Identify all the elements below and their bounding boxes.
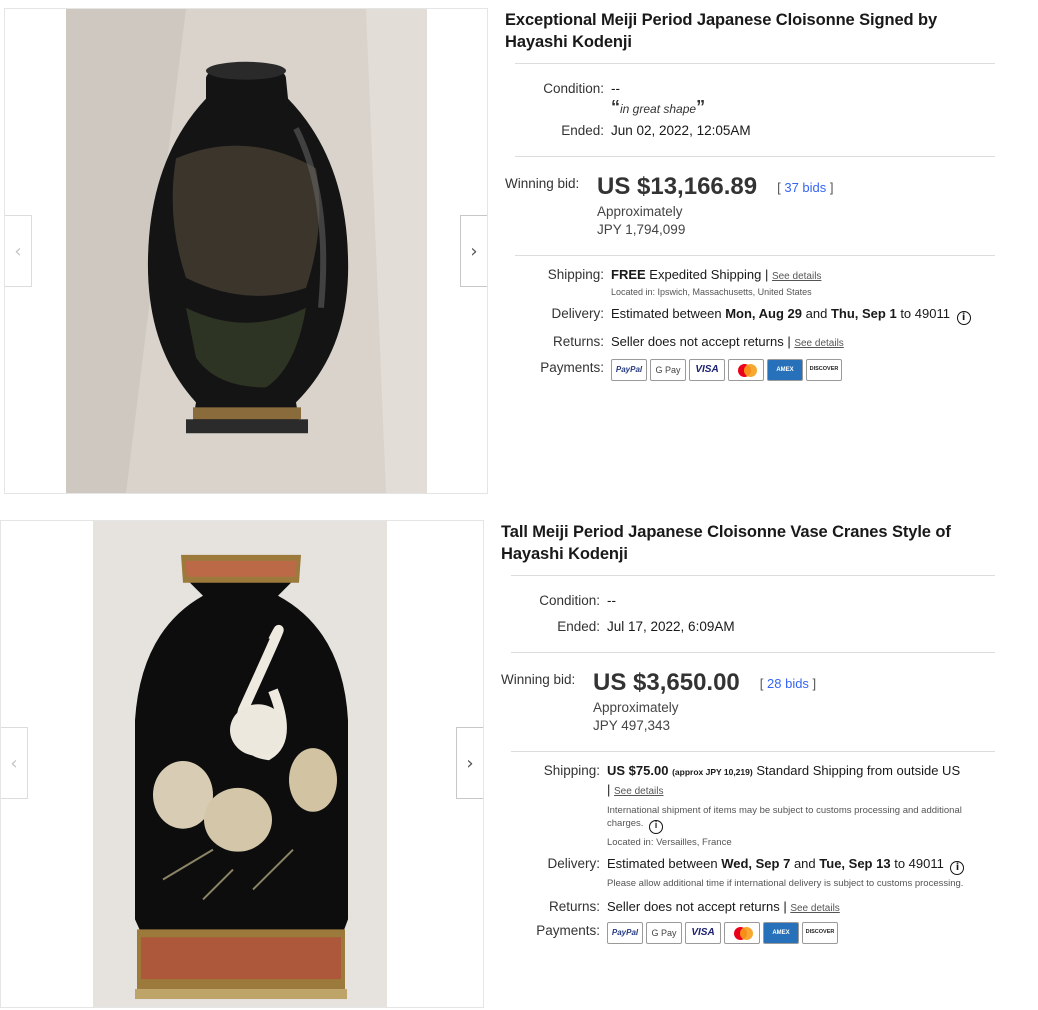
returns-value: Seller does not accept returns | See det…	[607, 899, 840, 914]
divider	[511, 751, 995, 752]
item-details: Exceptional Meiji Period Japanese Cloiso…	[505, 9, 995, 381]
paypal-icon: PayPal	[611, 359, 647, 381]
divider	[515, 156, 995, 157]
condition-value: --	[607, 593, 616, 608]
customs-note: International shipment of items may be s…	[607, 804, 967, 834]
shipping-label: Shipping:	[543, 763, 600, 778]
winning-bid-section: Winning bid: US $3,650.00 [ 28 bids ] Ap…	[501, 669, 995, 735]
ended-label: Ended:	[557, 619, 600, 634]
shipping-row: Shipping: FREE Expedited Shipping | See …	[505, 266, 995, 299]
payments-row: Payments: PayPal G Pay VISA AMEX DISCOVE…	[505, 359, 995, 381]
listing-card: ‹ › Exceptional Meiji Period Japanese Cl…	[0, 0, 1038, 500]
returns-row: Returns: Seller does not accept returns …	[501, 898, 995, 918]
shipping-row: Shipping: US $75.00 (approx JPY 10,219) …	[501, 762, 995, 849]
ended-row: Ended: Jun 02, 2022, 12:05AM	[505, 122, 995, 140]
shipping-value: US $75.00 (approx JPY 10,219) Standard S…	[607, 762, 967, 849]
info-icon[interactable]: i	[950, 861, 965, 875]
approx-label: Approximately	[597, 204, 683, 219]
item-details: Tall Meiji Period Japanese Cloisonne Vas…	[501, 521, 995, 944]
delivery-label: Delivery:	[547, 856, 600, 871]
chevron-left-icon: ‹	[14, 240, 22, 262]
returns-see-details-link[interactable]: See details	[794, 338, 843, 349]
image-gallery: ‹ ›	[4, 8, 488, 494]
divider	[511, 575, 995, 576]
condition-label: Condition:	[539, 593, 600, 608]
winning-bid-label: Winning bid:	[505, 176, 580, 191]
next-image-button[interactable]: ›	[456, 727, 483, 799]
item-location: Located in: Versailles, France	[607, 837, 732, 848]
returns-row: Returns: Seller does not accept returns …	[505, 333, 995, 353]
approx-value: JPY 497,343	[593, 718, 671, 733]
google-pay-icon: G Pay	[646, 922, 682, 944]
amex-icon: AMEX	[763, 922, 799, 944]
payments-row: Payments: PayPal G Pay VISA AMEX DISCOVE…	[501, 922, 995, 944]
shipping-value: FREE Expedited Shipping | See details Lo…	[611, 267, 822, 297]
amex-icon: AMEX	[767, 359, 803, 381]
listing-card: ‹ › Tall Meiji Period Japanese Cloisonne…	[0, 512, 1038, 1010]
condition-value: --	[611, 81, 620, 96]
payment-methods: PayPal G Pay VISA AMEX DISCOVER	[611, 359, 842, 381]
approx-value: JPY 1,794,099	[597, 222, 686, 237]
mastercard-icon	[724, 922, 760, 944]
delivery-note: Please allow additional time if internat…	[607, 878, 964, 889]
mastercard-icon	[728, 359, 764, 381]
divider	[511, 652, 995, 653]
previous-image-button[interactable]: ‹	[1, 727, 28, 799]
condition-quote-row: “in great shape”	[505, 98, 995, 118]
returns-label: Returns:	[548, 899, 600, 914]
visa-icon: VISA	[689, 359, 725, 381]
previous-image-button[interactable]: ‹	[5, 215, 32, 287]
winning-bid-label: Winning bid:	[501, 672, 576, 687]
shipping-see-details-link[interactable]: See details	[772, 271, 821, 282]
winning-bid-price: US $3,650.00	[593, 669, 740, 696]
payments-label: Payments:	[540, 360, 604, 375]
approx-label: Approximately	[593, 700, 679, 715]
seller-notes: “in great shape”	[611, 97, 706, 117]
shipping-see-details-link[interactable]: See details	[614, 786, 663, 797]
payments-label: Payments:	[536, 923, 600, 938]
condition-row: Condition: --	[501, 592, 995, 610]
image-gallery: ‹ ›	[0, 520, 484, 1008]
delivery-row: Delivery: Estimated between Wed, Sep 7 a…	[501, 855, 995, 890]
discover-icon: DISCOVER	[806, 359, 842, 381]
delivery-value: Estimated between Wed, Sep 7 and Tue, Se…	[607, 855, 967, 890]
chevron-right-icon: ›	[466, 752, 474, 774]
info-icon[interactable]: i	[956, 311, 971, 325]
ended-value: Jul 17, 2022, 6:09AM	[607, 619, 735, 634]
delivery-value: Estimated between Mon, Aug 29 and Thu, S…	[611, 305, 971, 325]
bid-count-link[interactable]: [ 37 bids ]	[777, 173, 833, 201]
returns-label: Returns:	[552, 334, 604, 349]
item-title[interactable]: Exceptional Meiji Period Japanese Cloiso…	[505, 9, 995, 53]
shipping-label: Shipping:	[547, 267, 604, 282]
winning-bid-section: Winning bid: US $13,166.89 [ 37 bids ] A…	[505, 173, 995, 239]
condition-label: Condition:	[543, 81, 604, 96]
info-icon[interactable]: i	[649, 820, 664, 834]
ended-label: Ended:	[561, 123, 604, 138]
google-pay-icon: G Pay	[650, 359, 686, 381]
paypal-icon: PayPal	[607, 922, 643, 944]
winning-bid-price: US $13,166.89	[597, 173, 758, 200]
payment-methods: PayPal G Pay VISA AMEX DISCOVER	[607, 922, 838, 944]
divider	[515, 63, 995, 64]
delivery-label: Delivery:	[551, 306, 604, 321]
returns-see-details-link[interactable]: See details	[790, 903, 839, 914]
chevron-right-icon: ›	[470, 240, 478, 262]
delivery-row: Delivery: Estimated between Mon, Aug 29 …	[505, 305, 995, 325]
discover-icon: DISCOVER	[802, 922, 838, 944]
chevron-left-icon: ‹	[10, 752, 18, 774]
next-image-button[interactable]: ›	[460, 215, 487, 287]
item-location: Located in: Ipswich, Massachusetts, Unit…	[611, 287, 812, 297]
ended-value: Jun 02, 2022, 12:05AM	[611, 123, 751, 138]
returns-value: Seller does not accept returns | See det…	[611, 334, 844, 349]
item-title[interactable]: Tall Meiji Period Japanese Cloisonne Vas…	[501, 521, 995, 565]
divider	[515, 255, 995, 256]
ended-row: Ended: Jul 17, 2022, 6:09AM	[501, 618, 995, 636]
item-photo[interactable]	[66, 9, 427, 493]
visa-icon: VISA	[685, 922, 721, 944]
condition-row: Condition: --	[505, 80, 995, 98]
item-photo[interactable]	[93, 521, 387, 1007]
bid-count-link[interactable]: [ 28 bids ]	[760, 669, 816, 697]
